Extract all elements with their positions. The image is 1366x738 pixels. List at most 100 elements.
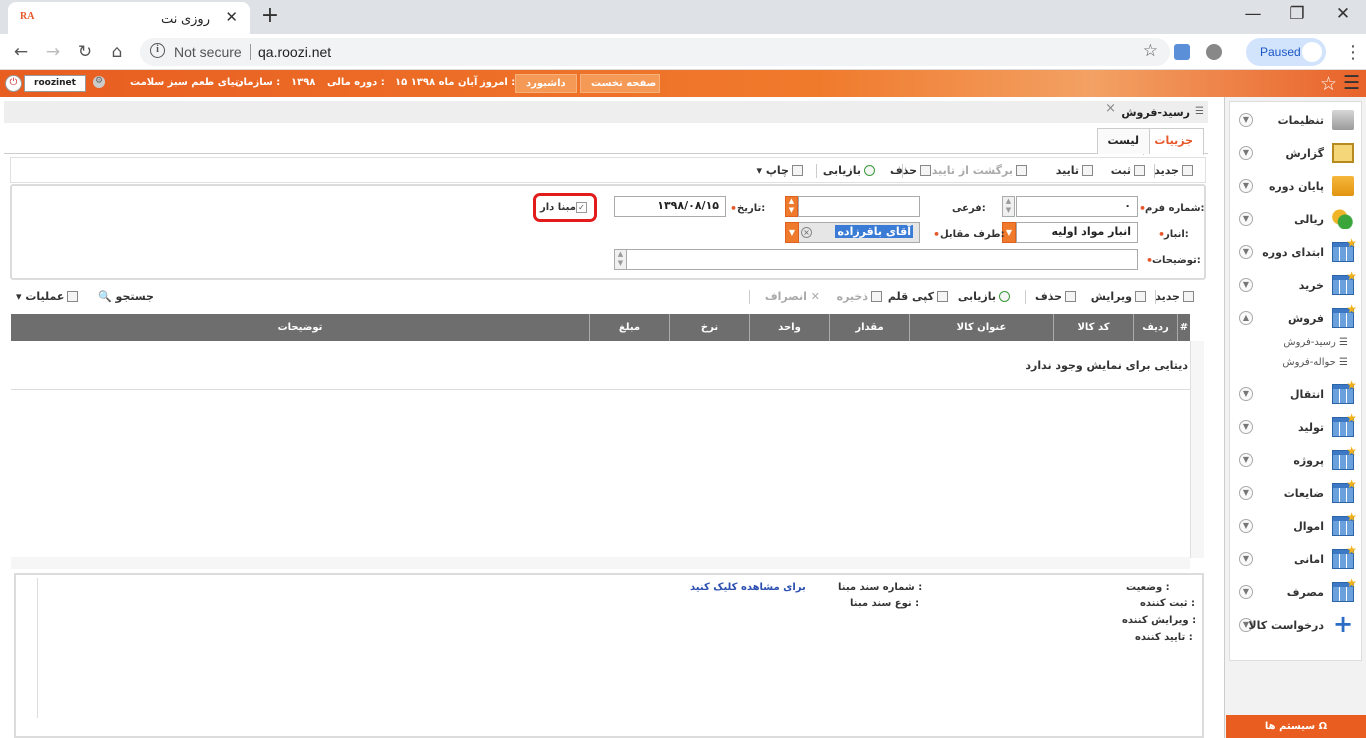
print-button[interactable]: ▾ چاپ <box>757 164 803 177</box>
url-text[interactable]: qa.roozi.net <box>258 44 331 60</box>
new-tab-button[interactable]: + <box>256 5 284 29</box>
save-button[interactable]: ثبت <box>1111 164 1145 177</box>
home-button[interactable]: صفحه نخست <box>580 74 660 93</box>
approve-button[interactable]: تایید <box>1056 164 1093 177</box>
search-button[interactable]: 🔍 جستجو <box>98 290 154 303</box>
dashboard-button[interactable]: داشبورد <box>515 74 577 93</box>
form-no-input[interactable]: ۰ <box>1016 196 1138 217</box>
unapprove-button[interactable]: برگشت از تایید <box>932 164 1027 177</box>
chevron-down-icon[interactable]: ▼ <box>1239 113 1253 127</box>
info-scrollbar[interactable] <box>22 578 38 718</box>
grid-edit-button[interactable]: ویرایش <box>1091 290 1146 303</box>
grid-cancel-button[interactable]: انصراف ✕ <box>765 290 820 303</box>
chevron-down-icon[interactable]: ▼ <box>1239 387 1253 401</box>
sidebar-item[interactable]: ▼ گزارش <box>1229 137 1362 170</box>
chevron-up-icon[interactable]: ▲ <box>1239 311 1253 325</box>
chevron-down-icon[interactable]: ▼ <box>1239 245 1253 259</box>
menu-kebab-icon[interactable]: ⋮ <box>1344 42 1362 63</box>
col-amount[interactable]: مبلغ <box>589 314 669 341</box>
operations-dropdown[interactable]: ▾ عملیات <box>16 290 79 303</box>
sidebar-item[interactable]: ▼ ابتدای دوره <box>1229 236 1362 269</box>
sub-input[interactable] <box>798 196 920 217</box>
sidebar-item[interactable]: ▼ مصرف <box>1229 576 1362 609</box>
sidebar-item[interactable]: ▼ اموال <box>1229 510 1362 543</box>
col-unit[interactable]: واحد <box>749 314 829 341</box>
sidebar-item[interactable]: ▼ خرید <box>1229 269 1362 302</box>
desc-spinner[interactable]: ▲ ▼ <box>614 249 627 270</box>
party-select[interactable]: آقای باقرزاده <box>798 222 920 243</box>
close-page-icon[interactable]: × <box>1105 101 1116 116</box>
profile-paused-button[interactable]: Paused <box>1246 38 1326 66</box>
address-bar[interactable]: i Not secure qa.roozi.net ☆ <box>140 38 1170 66</box>
close-tab-icon[interactable]: ✕ <box>225 8 238 26</box>
systems-button[interactable]: سیستم ها Ω <box>1226 715 1366 738</box>
view-link[interactable]: برای مشاهده کلیک کنید <box>690 582 806 593</box>
sidebar-item[interactable]: ▼ پایان دوره <box>1229 170 1362 203</box>
window-close-icon[interactable]: ✕ <box>1328 4 1358 28</box>
tab-list[interactable]: لیست <box>1096 128 1150 154</box>
clear-icon[interactable]: × <box>801 227 812 238</box>
grid-save-button[interactable]: ذخیره <box>837 290 882 303</box>
chevron-down-icon[interactable]: ▼ <box>1239 486 1253 500</box>
browser-tab[interactable]: RA روزی نت ✕ <box>8 2 250 34</box>
chevron-down-icon[interactable]: ▼ <box>1239 552 1253 566</box>
grid-new-button[interactable]: جدید <box>1155 290 1194 303</box>
power-icon[interactable]: ⏻ <box>5 75 22 92</box>
party-dropdown-icon[interactable]: ▼ <box>785 222 799 243</box>
chevron-down-icon[interactable]: ▼ <box>1239 519 1253 533</box>
chevron-down-icon[interactable]: ▼ <box>1239 420 1253 434</box>
mabna-checkbox[interactable]: ✓ <box>576 202 587 213</box>
sidebar-item[interactable]: ▼ انتقال <box>1229 378 1362 411</box>
tab-details[interactable]: جزییات <box>1143 128 1204 155</box>
sidebar-item[interactable]: ▼ تنظیمات <box>1229 104 1362 137</box>
sidebar-subitem[interactable]: رسید-فروش ☰ <box>1283 337 1348 348</box>
sidebar-item[interactable]: ▼ امانی <box>1229 543 1362 576</box>
grid-vertical-scrollbar[interactable] <box>1190 341 1204 558</box>
restore-icon[interactable]: ❐ <box>1282 4 1312 28</box>
grid-reload-button[interactable]: بازیابی <box>958 290 1010 303</box>
chevron-down-icon[interactable]: ▼ <box>1239 179 1253 193</box>
reload-button[interactable]: بازیابی <box>823 164 875 177</box>
grid-delete-button[interactable]: حذف <box>1035 290 1076 303</box>
sidebar-subitem[interactable]: حواله-فروش ☰ <box>1282 357 1348 368</box>
favorites-star-icon[interactable]: ☆ <box>1320 73 1337 95</box>
chevron-down-icon[interactable]: ▼ <box>1239 212 1253 226</box>
delete-button[interactable]: حذف <box>890 164 931 177</box>
sidebar-item[interactable]: ▼ پروژه <box>1229 444 1362 477</box>
info-icon[interactable]: i <box>150 43 165 58</box>
sidebar-item[interactable]: ▼ درخواست کالا + <box>1229 609 1362 642</box>
sidebar-item[interactable]: ▼ ریالی <box>1229 203 1362 236</box>
extension-eye-icon[interactable] <box>1206 44 1222 60</box>
forward-icon[interactable]: → <box>42 42 64 62</box>
sidebar-item[interactable]: ▲ فروش <box>1229 302 1362 335</box>
col-code[interactable]: کد کالا <box>1053 314 1133 341</box>
grid-copy-button[interactable]: کپی قلم <box>888 290 948 303</box>
date-input[interactable]: ۱۳۹۸/۰۸/۱۵ <box>614 196 726 217</box>
sub-spinner[interactable]: ▲ ▼ <box>785 196 798 217</box>
chevron-down-icon[interactable]: ▼ <box>1239 278 1253 292</box>
minimize-icon[interactable]: — <box>1238 4 1268 28</box>
username-box[interactable]: roozinet <box>24 75 86 92</box>
grid-horizontal-scrollbar[interactable] <box>11 557 1190 569</box>
hamburger-menu-icon[interactable]: ☰ <box>1343 72 1360 94</box>
home-icon[interactable]: ⌂ <box>106 42 128 62</box>
gear-icon[interactable]: ⚙ <box>93 76 105 88</box>
col-qty[interactable]: مقدار <box>829 314 909 341</box>
form-no-spinner[interactable]: ▲ ▼ <box>1002 196 1015 217</box>
back-icon[interactable]: ← <box>10 42 32 62</box>
new-button[interactable]: جدید <box>1154 164 1193 177</box>
sidebar-item[interactable]: ▼ تولید <box>1229 411 1362 444</box>
col-title[interactable]: عنوان کالا <box>909 314 1053 341</box>
chevron-down-icon[interactable]: ▼ <box>1239 585 1253 599</box>
col-row[interactable]: ردیف <box>1133 314 1177 341</box>
sidebar-item[interactable]: ▼ ضایعات <box>1229 477 1362 510</box>
warehouse-select[interactable]: انبار مواد اولیه <box>1016 222 1138 243</box>
col-hash[interactable]: # <box>1177 314 1190 341</box>
chevron-down-icon[interactable]: ▼ <box>1239 453 1253 467</box>
extension-icon[interactable] <box>1174 44 1190 60</box>
chevron-down-icon[interactable]: ▼ <box>1239 146 1253 160</box>
col-rate[interactable]: نرخ <box>669 314 749 341</box>
bookmark-star-icon[interactable]: ☆ <box>1143 41 1158 61</box>
desc-input[interactable] <box>626 249 1138 270</box>
col-desc[interactable]: توضیحات <box>11 314 589 341</box>
